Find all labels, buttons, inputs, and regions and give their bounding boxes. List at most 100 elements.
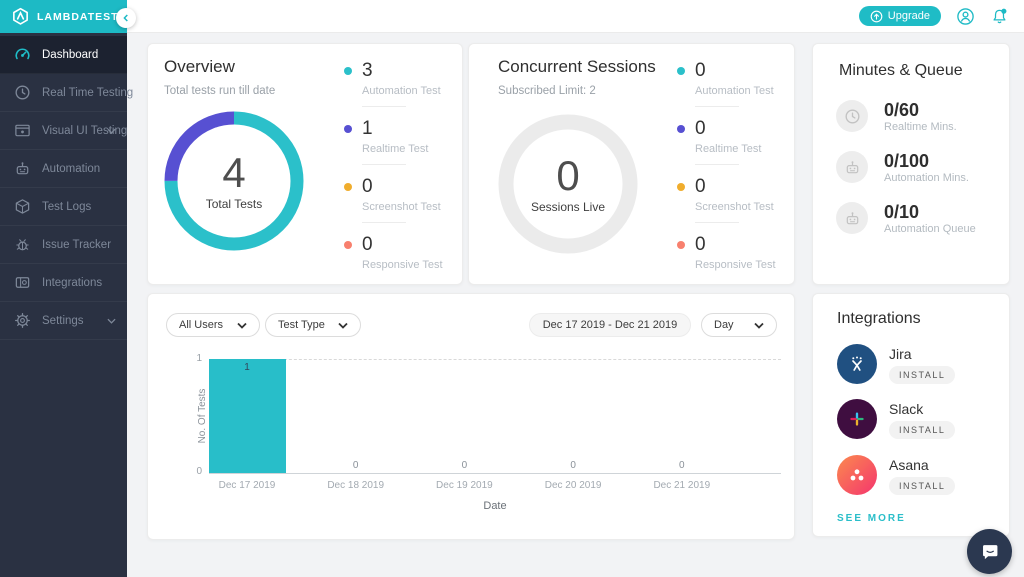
test-type-dropdown-value: Test Type bbox=[278, 319, 325, 331]
sidebar-menu: Dashboard Real Time Testing Visual UI Te… bbox=[0, 36, 127, 340]
browser-eye-icon bbox=[14, 122, 31, 139]
install-asana-button[interactable]: INSTALL bbox=[889, 477, 955, 495]
legend-item-realtime: 0 Realtime Test bbox=[677, 119, 797, 155]
legend-item-responsive: 0 Responsive Test bbox=[677, 235, 797, 271]
legend-divider bbox=[362, 106, 406, 107]
sidebar-item-test-logs[interactable]: Test Logs bbox=[0, 188, 127, 226]
legend-value: 1 bbox=[362, 119, 464, 139]
legend-dot bbox=[677, 125, 685, 133]
user-avatar-icon[interactable] bbox=[956, 7, 975, 26]
automation-queue-row: 0/10 Automation Queue bbox=[836, 202, 996, 234]
upgrade-arrow-icon bbox=[870, 10, 883, 23]
install-slack-button[interactable]: INSTALL bbox=[889, 421, 955, 439]
legend-value: 0 bbox=[695, 177, 797, 197]
integration-row-asana: Asana INSTALL bbox=[837, 455, 997, 495]
legend-value: 0 bbox=[362, 177, 464, 197]
see-more-link[interactable]: SEE MORE bbox=[837, 513, 906, 524]
sidebar-item-label: Issue Tracker bbox=[42, 239, 111, 251]
legend-item-screenshot: 0 Screenshot Test bbox=[344, 177, 464, 213]
automation-mins-value: 0/100 bbox=[884, 151, 929, 172]
legend-value: 0 bbox=[695, 235, 797, 255]
clock-icon bbox=[14, 84, 31, 101]
chevron-down-icon bbox=[237, 322, 247, 329]
sidebar-item-issue-tracker[interactable]: Issue Tracker bbox=[0, 226, 127, 264]
bar-value-label: 0 bbox=[454, 460, 474, 471]
dashboard-icon bbox=[14, 46, 31, 63]
sessions-subtitle: Subscribed Limit: 2 bbox=[498, 85, 596, 97]
chevron-down-icon bbox=[107, 315, 116, 327]
sessions-live-value: 0 bbox=[556, 155, 579, 197]
realtime-mins-row: 0/60 Realtime Mins. bbox=[836, 100, 996, 132]
asana-logo-icon bbox=[837, 455, 877, 495]
y-tick-max: 1 bbox=[186, 353, 202, 364]
upgrade-button[interactable]: Upgrade bbox=[859, 6, 941, 26]
chat-widget-button[interactable] bbox=[967, 529, 1012, 574]
slack-logo-icon bbox=[837, 399, 877, 439]
total-tests-value: 4 bbox=[222, 152, 245, 194]
minutes-queue-card: Minutes & Queue 0/60 Realtime Mins. 0/10… bbox=[812, 43, 1010, 285]
chat-bubble-icon bbox=[979, 541, 1001, 563]
chevron-down-icon bbox=[107, 125, 116, 137]
sidebar-item-dashboard[interactable]: Dashboard bbox=[0, 36, 127, 74]
integration-name: Asana bbox=[889, 457, 929, 473]
x-axis-label: Date bbox=[209, 500, 781, 512]
overview-subtitle: Total tests run till date bbox=[164, 85, 275, 97]
bar-value-label: 0 bbox=[563, 460, 583, 471]
legend-label: Automation Test bbox=[362, 85, 464, 97]
legend-dot bbox=[344, 67, 352, 75]
lambdatest-logo-icon bbox=[11, 7, 30, 26]
test-type-dropdown[interactable]: Test Type bbox=[265, 313, 361, 337]
legend-label: Responsive Test bbox=[362, 259, 464, 271]
cube-icon bbox=[14, 198, 31, 215]
notifications-bell-icon[interactable] bbox=[990, 7, 1009, 26]
legend-dot bbox=[344, 241, 352, 249]
chevron-left-icon bbox=[122, 14, 130, 22]
legend-item-automation: 0 Automation Test bbox=[677, 61, 797, 97]
legend-label: Realtime Test bbox=[695, 143, 797, 155]
sessions-live-label: Sessions Live bbox=[531, 200, 605, 214]
bar-value-label: 0 bbox=[346, 460, 366, 471]
legend-label: Automation Test bbox=[695, 85, 797, 97]
legend-dot bbox=[344, 125, 352, 133]
legend-value: 3 bbox=[362, 61, 464, 81]
legend-dot bbox=[344, 183, 352, 191]
sidebar: LAMBDATEST Dashboard Real Time Testing V… bbox=[0, 0, 127, 577]
upgrade-label: Upgrade bbox=[888, 10, 930, 22]
sidebar-item-settings[interactable]: Settings bbox=[0, 302, 127, 340]
gridline-y1 bbox=[209, 359, 781, 360]
integrations-card: Integrations Jira INSTALL Slack INSTALL … bbox=[812, 293, 1010, 537]
chevron-down-icon bbox=[754, 322, 764, 329]
robot-icon bbox=[14, 160, 31, 177]
legend-divider bbox=[695, 222, 739, 223]
logo-text: LAMBDATEST bbox=[37, 11, 119, 23]
donut-center: 4 Total Tests bbox=[162, 109, 306, 253]
sidebar-collapse-button[interactable] bbox=[116, 8, 136, 28]
legend-item-responsive: 0 Responsive Test bbox=[344, 235, 464, 271]
sidebar-item-label: Integrations bbox=[42, 277, 102, 289]
granularity-dropdown-value: Day bbox=[714, 319, 734, 331]
sidebar-item-real-time-testing[interactable]: Real Time Testing bbox=[0, 74, 127, 112]
date-range-picker[interactable]: Dec 17 2019 - Dec 21 2019 bbox=[529, 313, 691, 337]
legend-divider bbox=[695, 106, 739, 107]
legend-divider bbox=[362, 164, 406, 165]
sidebar-item-visual-ui-testing[interactable]: Visual UI Testing bbox=[0, 112, 127, 150]
legend-dot bbox=[677, 241, 685, 249]
jira-logo-icon bbox=[837, 344, 877, 384]
concurrent-sessions-card: Concurrent Sessions Subscribed Limit: 2 … bbox=[468, 43, 795, 285]
sidebar-item-integrations[interactable]: Integrations bbox=[0, 264, 127, 302]
install-jira-button[interactable]: INSTALL bbox=[889, 366, 955, 384]
x-tick-label: Dec 20 2019 bbox=[519, 480, 627, 491]
gear-icon bbox=[14, 312, 31, 329]
robot-icon bbox=[836, 202, 868, 234]
integration-row-jira: Jira INSTALL bbox=[837, 344, 997, 384]
legend-dot bbox=[677, 183, 685, 191]
sidebar-item-label: Test Logs bbox=[42, 201, 91, 213]
all-users-dropdown[interactable]: All Users bbox=[166, 313, 260, 337]
granularity-dropdown[interactable]: Day bbox=[701, 313, 777, 337]
topbar: Upgrade bbox=[127, 0, 1024, 33]
sessions-title: Concurrent Sessions bbox=[498, 57, 656, 77]
sidebar-item-label: Real Time Testing bbox=[42, 87, 133, 99]
legend-dot bbox=[677, 67, 685, 75]
sidebar-item-automation[interactable]: Automation bbox=[0, 150, 127, 188]
total-tests-label: Total Tests bbox=[206, 197, 262, 211]
